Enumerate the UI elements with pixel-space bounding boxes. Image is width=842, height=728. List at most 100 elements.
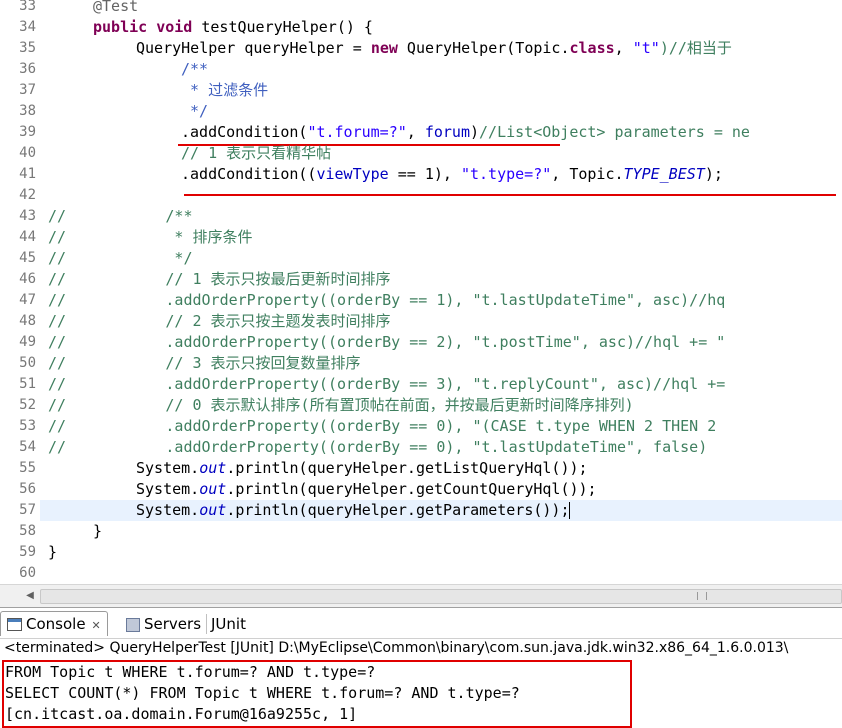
code-text: testQueryHelper() { xyxy=(192,18,373,36)
line-number: 57 xyxy=(19,502,36,518)
text-cursor xyxy=(569,502,571,519)
comment: //List<Object> parameters = ne xyxy=(479,123,750,141)
code-editor[interactable]: 33 34 35 36 37 38 39 40 41 42 43 44 45 4… xyxy=(0,0,842,584)
code-line: } xyxy=(93,522,103,540)
line-number: 59 xyxy=(19,544,36,560)
javadoc-line: */ xyxy=(181,102,209,120)
line-number: 60 xyxy=(19,565,36,581)
code-line: System.out.println(queryHelper.getParame… xyxy=(136,500,571,521)
tab-junit-label: JUnit xyxy=(211,615,246,633)
string-literal: "t.forum=?" xyxy=(307,123,407,141)
tab-console[interactable]: Console ✕ xyxy=(0,611,108,636)
comment-line: // .addOrderProperty((orderBy == 3), "t.… xyxy=(48,375,726,393)
line-number: 52 xyxy=(19,397,36,413)
tab-servers[interactable]: Servers xyxy=(126,612,201,636)
code-text: == 1), xyxy=(388,165,461,183)
comment-line: // // 1 表示只按最后更新时间排序 xyxy=(48,270,391,288)
code-line: System.out.println(queryHelper.getListQu… xyxy=(136,458,588,479)
console-process-status: <terminated> QueryHelperTest [JUnit] D:\… xyxy=(4,640,789,656)
comment: )//相当于 xyxy=(659,39,732,57)
line-number: 45 xyxy=(19,250,36,266)
code-text: .println(queryHelper.getListQueryHql()); xyxy=(226,459,588,477)
console-icon xyxy=(7,618,22,631)
line-number: 47 xyxy=(19,292,36,308)
close-icon[interactable]: ✕ xyxy=(92,619,101,632)
line-number: 39 xyxy=(19,124,36,140)
line-number: 53 xyxy=(19,418,36,434)
code-text: .addCondition( xyxy=(181,123,308,141)
comment-line: // // 2 表示只按主题发表时间排序 xyxy=(48,312,391,330)
red-highlight-box xyxy=(2,660,632,728)
static-field: out xyxy=(199,459,227,477)
grip-icon xyxy=(697,592,707,600)
comment-line: // .addOrderProperty((orderBy == 1), "t.… xyxy=(48,291,726,309)
code-text: QueryHelper queryHelper = xyxy=(136,39,371,57)
code-text: QueryHelper(Topic. xyxy=(397,39,570,57)
javadoc-line: * 过滤条件 xyxy=(181,81,269,99)
annotation: @Test xyxy=(93,0,139,15)
code-line: } xyxy=(48,543,58,561)
servers-icon xyxy=(126,617,140,632)
field-ref: viewType xyxy=(316,165,389,183)
line-number: 35 xyxy=(19,40,36,56)
line-number: 50 xyxy=(19,355,36,371)
comment-line: // */ xyxy=(48,249,193,267)
scroll-left-icon[interactable]: ◀ xyxy=(22,588,38,604)
line-number: 38 xyxy=(19,103,36,119)
code-line: public void testQueryHelper() { xyxy=(93,17,373,38)
line-number: 58 xyxy=(19,523,36,539)
line-number: 49 xyxy=(19,334,36,350)
string-literal: "t" xyxy=(632,39,660,57)
code-text: System. xyxy=(136,501,200,519)
line-number: 56 xyxy=(19,481,36,497)
line-number: 48 xyxy=(19,313,36,329)
code-text: .println(queryHelper.getCountQueryHql())… xyxy=(226,480,597,498)
comment-line: // .addOrderProperty((orderBy == 0), "t.… xyxy=(48,438,708,456)
javadoc-line: /** xyxy=(181,60,209,78)
line-number: 41 xyxy=(19,166,36,182)
keyword: class xyxy=(569,39,615,57)
code-text: ); xyxy=(704,165,723,183)
tab-junit[interactable]: JUnit xyxy=(210,612,246,636)
comment-line: // .addOrderProperty((orderBy == 2), "t.… xyxy=(48,333,726,351)
line-number: 43 xyxy=(19,208,36,224)
line-number: 46 xyxy=(19,271,36,287)
code-text: , Topic. xyxy=(551,165,624,183)
tab-separator xyxy=(206,614,207,634)
line-number-gutter: 33 34 35 36 37 38 39 40 41 42 43 44 45 4… xyxy=(0,0,40,584)
code-text: .println(queryHelper.getParameters()); xyxy=(226,501,570,519)
line-number: 40 xyxy=(19,145,36,161)
line-number: 37 xyxy=(19,82,36,98)
code-text: System. xyxy=(136,480,200,498)
line-number: 33 xyxy=(19,0,36,14)
comment-line: // /** xyxy=(48,207,193,225)
keyword: new xyxy=(370,39,398,57)
code-line: QueryHelper queryHelper = new QueryHelpe… xyxy=(136,38,732,59)
comment-line: // .addOrderProperty((orderBy == 0), "(C… xyxy=(48,417,717,435)
code-text: , xyxy=(406,123,425,141)
line-number: 51 xyxy=(19,376,36,392)
code-text: , xyxy=(614,39,633,57)
horizontal-scrollbar[interactable]: ◀ xyxy=(0,584,842,607)
code-line: .addCondition("t.forum=?", forum)//List<… xyxy=(181,122,750,143)
line-number: 55 xyxy=(19,460,36,476)
string-literal: "t.type=?" xyxy=(460,165,552,183)
code-line: .addCondition((viewType == 1), "t.type=?… xyxy=(181,164,723,185)
tab-console-label: Console xyxy=(26,615,86,633)
red-underline xyxy=(184,194,836,196)
line-number: 44 xyxy=(19,229,36,245)
static-field: out xyxy=(199,501,227,519)
code-text: .addCondition(( xyxy=(181,165,317,183)
code-line: System.out.println(queryHelper.getCountQ… xyxy=(136,479,597,500)
scrollbar-thumb[interactable] xyxy=(40,589,842,604)
code-text: ) xyxy=(470,123,480,141)
comment-line: // // 3 表示只按回复数量排序 xyxy=(48,354,361,372)
comment-line: // // 0 表示默认排序(所有置顶帖在前面，并按最后更新时间降序排列) xyxy=(48,396,634,414)
static-field: TYPE_BEST xyxy=(623,165,705,183)
tab-servers-label: Servers xyxy=(144,615,202,633)
line-number: 42 xyxy=(19,187,36,203)
keyword: public void xyxy=(93,18,193,36)
line-number: 34 xyxy=(19,19,36,35)
field-ref: forum xyxy=(424,123,470,141)
line-number: 36 xyxy=(19,61,36,77)
